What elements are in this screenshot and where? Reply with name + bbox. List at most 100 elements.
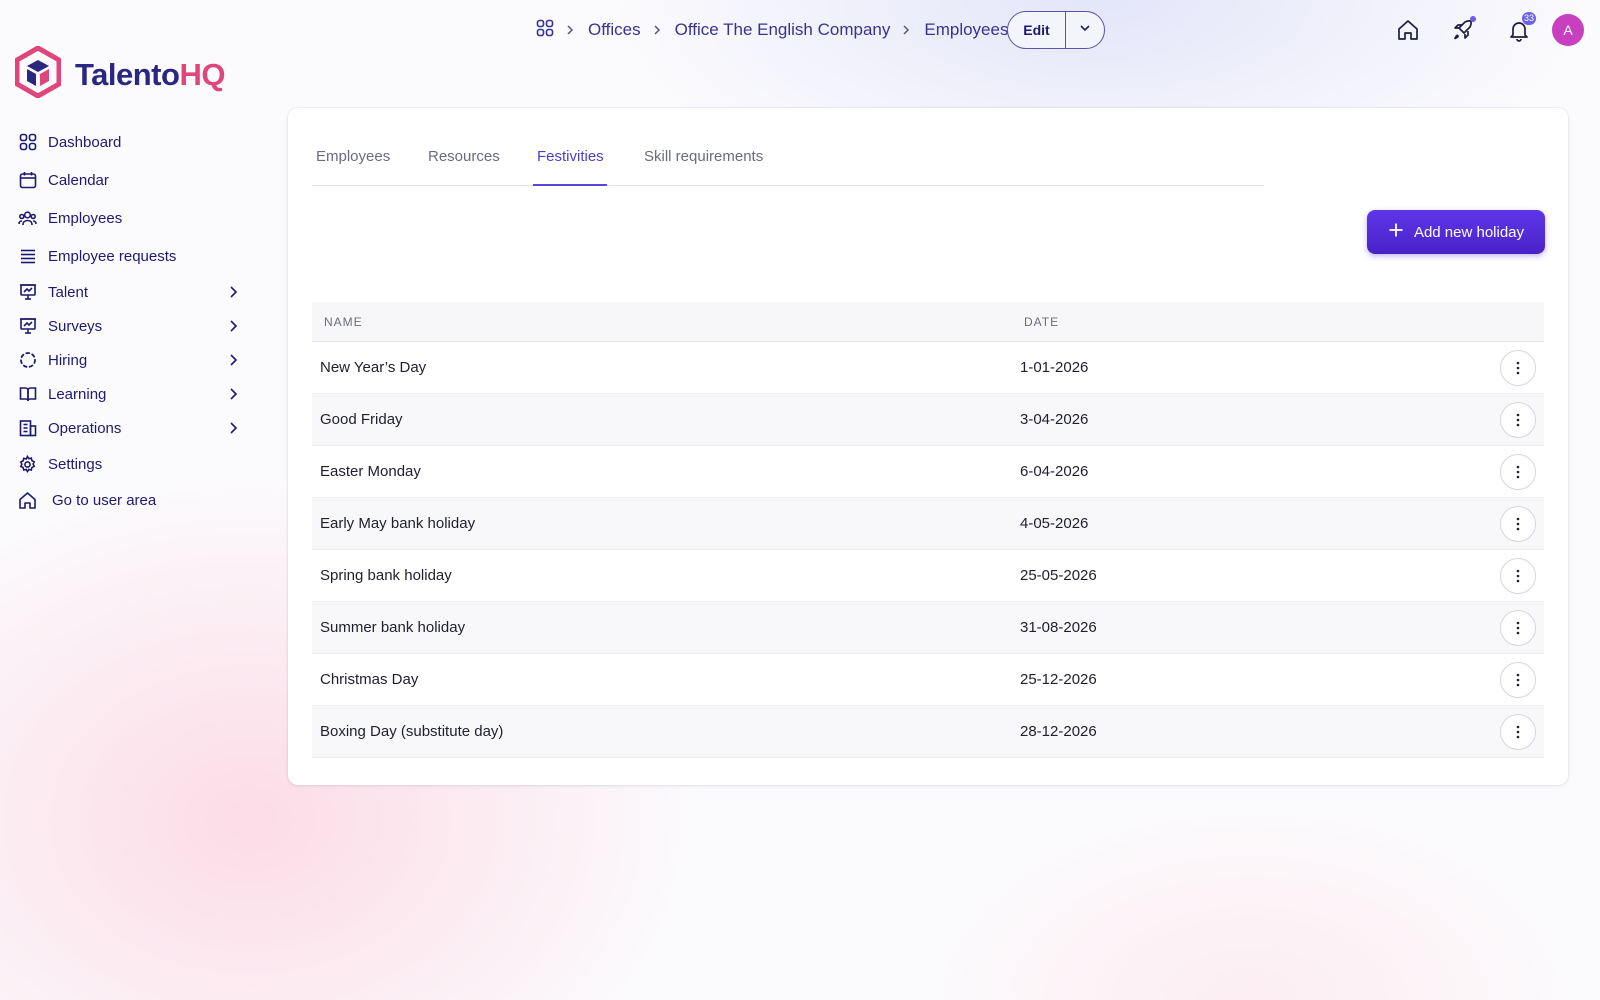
holiday-name: Easter Monday (320, 463, 421, 480)
row-actions-button[interactable] (1500, 558, 1536, 594)
sidebar-item-user-area[interactable]: Go to user area (18, 486, 242, 514)
holiday-date: 28-12-2026 (1020, 723, 1097, 740)
row-actions-button[interactable] (1500, 610, 1536, 646)
sidebar-item-label: Calendar (48, 171, 109, 189)
sidebar-item-label: Operations (48, 419, 122, 437)
row-actions-button[interactable] (1500, 454, 1536, 490)
edit-button[interactable]: Edit (1008, 12, 1066, 48)
tab-festivities[interactable]: Festivities (537, 148, 604, 165)
kebab-menu-icon (1516, 517, 1520, 531)
grid-icon (18, 133, 37, 152)
sidebar-item-label: Settings (48, 455, 103, 473)
holiday-name: Good Friday (320, 411, 403, 428)
sidebar-item-settings[interactable]: Settings (18, 450, 242, 478)
rocket-badge-dot (1470, 16, 1476, 22)
sidebar-item-label: Talent (48, 283, 89, 301)
sidebar-item-label: Employees (48, 209, 123, 227)
book-icon (18, 385, 37, 404)
table-header: NAME DATE (312, 302, 1544, 342)
home-icon[interactable] (1394, 16, 1422, 44)
notification-count-badge: 33 (1522, 12, 1537, 25)
chevron-right-icon (224, 419, 242, 437)
holiday-date: 31-08-2026 (1020, 619, 1097, 636)
edit-dropdown-button[interactable] (1066, 12, 1104, 48)
main-card: Employees Resources Festivities Skill re… (288, 108, 1568, 785)
chevron-right-icon (224, 351, 242, 369)
holiday-name: Christmas Day (320, 671, 419, 688)
add-holiday-button[interactable]: Add new holiday (1367, 210, 1545, 254)
breadcrumb: Offices Office The English Company Emplo… (536, 14, 1008, 46)
chevron-right-icon (900, 23, 914, 37)
row-actions-button[interactable] (1500, 402, 1536, 438)
chevron-right-icon (651, 23, 665, 37)
breadcrumb-current[interactable]: Employees (924, 20, 1008, 40)
row-actions-button[interactable] (1500, 662, 1536, 698)
holiday-name: Spring bank holiday (320, 567, 452, 584)
avatar[interactable]: A (1552, 14, 1584, 46)
tab-resources[interactable]: Resources (428, 148, 500, 165)
row-actions-button[interactable] (1500, 714, 1536, 750)
sidebar-item-employee-requests[interactable]: Employee requests (18, 242, 242, 270)
brand-logo[interactable]: TalentoHQ (14, 45, 225, 103)
sidebar-item-operations[interactable]: Operations (18, 414, 242, 442)
sidebar-item-label: Employee requests (48, 247, 177, 265)
table-row: New Year’s Day 1-01-2026 (312, 342, 1544, 394)
cube-logo-icon (14, 45, 62, 103)
active-tab-indicator (533, 184, 607, 186)
sidebar-item-dashboard[interactable]: Dashboard (18, 128, 242, 156)
sidebar-item-talent[interactable]: Talent (18, 278, 242, 306)
chevron-down-icon (1079, 21, 1091, 39)
add-holiday-label: Add new holiday (1413, 223, 1525, 241)
bell-icon[interactable]: 33 (1505, 12, 1537, 44)
rocket-icon[interactable] (1449, 16, 1477, 44)
chevron-right-icon (224, 385, 242, 403)
table-row: Easter Monday 6-04-2026 (312, 446, 1544, 498)
breadcrumb-offices[interactable]: Offices (588, 20, 641, 40)
sidebar-item-employees[interactable]: Employees (18, 204, 242, 232)
users-icon (18, 209, 37, 228)
kebab-menu-icon (1516, 569, 1520, 583)
chevron-right-icon (224, 283, 242, 301)
sidebar-item-surveys[interactable]: Surveys (18, 312, 242, 340)
tabs: Employees Resources Festivities Skill re… (312, 108, 1264, 186)
holiday-date: 25-12-2026 (1020, 671, 1097, 688)
apps-grid-icon[interactable] (536, 19, 554, 42)
dashed-circle-icon (18, 351, 37, 370)
sidebar-item-label: Hiring (48, 351, 88, 369)
sidebar-item-hiring[interactable]: Hiring (18, 346, 242, 374)
breadcrumb-office[interactable]: Office The English Company (675, 20, 891, 40)
sidebar-item-label: Dashboard (48, 133, 122, 151)
sidebar-item-calendar[interactable]: Calendar (18, 166, 242, 194)
table-row: Spring bank holiday 25-05-2026 (312, 550, 1544, 602)
table-row: Summer bank holiday 31-08-2026 (312, 602, 1544, 654)
brand-name-part1: Talento (75, 56, 180, 92)
kebab-menu-icon (1516, 725, 1520, 739)
tab-employees[interactable]: Employees (316, 148, 390, 165)
sidebar-item-label: Learning (48, 385, 107, 403)
holiday-date: 3-04-2026 (1020, 411, 1089, 428)
kebab-menu-icon (1516, 361, 1520, 375)
holiday-name: Summer bank holiday (320, 619, 466, 636)
gear-icon (18, 454, 37, 474)
holiday-date: 25-05-2026 (1020, 567, 1097, 584)
chevron-right-icon (224, 317, 242, 335)
table-row: Good Friday 3-04-2026 (312, 394, 1544, 446)
tab-skill-requirements[interactable]: Skill requirements (644, 148, 763, 165)
row-actions-button[interactable] (1500, 506, 1536, 542)
list-icon (18, 247, 37, 266)
holiday-name: Early May bank holiday (320, 515, 476, 532)
row-actions-button[interactable] (1500, 350, 1536, 386)
plus-icon (1388, 222, 1404, 242)
sidebar-item-learning[interactable]: Learning (18, 380, 242, 408)
holiday-date: 6-04-2026 (1020, 463, 1089, 480)
kebab-menu-icon (1516, 621, 1520, 635)
holiday-date: 4-05-2026 (1020, 515, 1089, 532)
holidays-table: NAME DATE New Year’s Day 1-01-2026 Good Fr… (312, 302, 1544, 758)
home-icon (18, 491, 37, 510)
building-icon (18, 419, 37, 438)
holiday-name: New Year’s Day (320, 359, 427, 376)
kebab-menu-icon (1516, 465, 1520, 479)
presentation-icon (18, 317, 37, 336)
calendar-icon (18, 171, 37, 190)
table-row: Boxing Day (substitute day) 28-12-2026 (312, 706, 1544, 758)
